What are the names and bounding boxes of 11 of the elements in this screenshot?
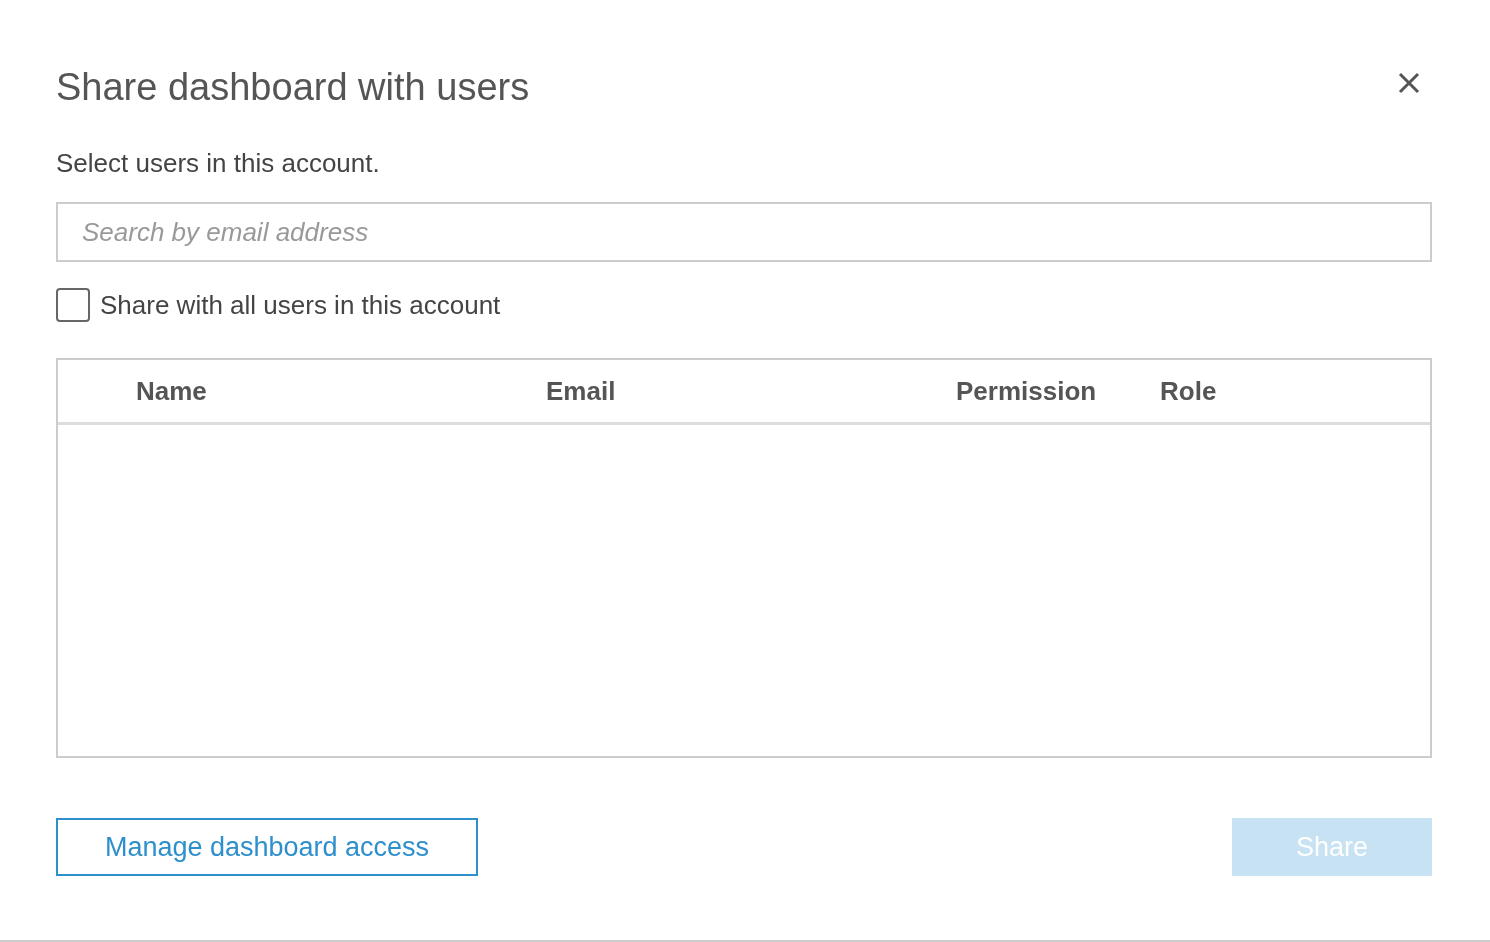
column-header: Role bbox=[1160, 375, 1217, 407]
checkbox-label: Share with all users in this account bbox=[100, 289, 501, 321]
column-header: Email bbox=[546, 375, 616, 407]
column-header: Name bbox=[136, 375, 207, 407]
search-field[interactable]: Search by email address bbox=[56, 202, 1432, 262]
column-header: Permission bbox=[956, 375, 1097, 407]
dialog-title: Share dashboard with users bbox=[56, 65, 530, 110]
checkbox[interactable] bbox=[56, 288, 90, 322]
close-icon[interactable] bbox=[1398, 72, 1420, 94]
action-button[interactable]: Manage dashboard access bbox=[56, 818, 478, 876]
instruction-text: Select users in this account. bbox=[56, 148, 381, 178]
